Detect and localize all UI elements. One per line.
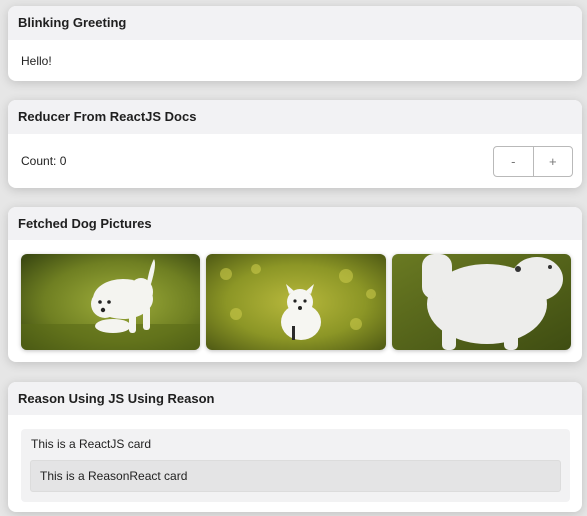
greeting-text: Hello! <box>21 54 52 68</box>
card-body: Count: 0 - + <box>8 134 582 188</box>
dog-photo <box>392 254 571 350</box>
increment-button[interactable]: + <box>532 147 573 176</box>
card-body: This is a ReactJS card This is a ReasonR… <box>8 415 582 512</box>
card-title: Fetched Dog Pictures <box>8 207 582 240</box>
reason-card: Reason Using JS Using Reason This is a R… <box>8 382 582 512</box>
reasonreact-card-text: This is a ReasonReact card <box>40 469 188 483</box>
card-title: Blinking Greeting <box>8 6 582 40</box>
count-text: Count: 0 <box>21 154 67 168</box>
card-title: Reducer From ReactJS Docs <box>8 100 582 134</box>
blinking-greeting-card: Blinking Greeting Hello! <box>8 6 582 81</box>
decrement-button[interactable]: - <box>494 147 533 176</box>
card-title: Reason Using JS Using Reason <box>8 382 582 415</box>
reactjs-card: This is a ReactJS card This is a ReasonR… <box>21 429 570 502</box>
card-body <box>8 240 582 362</box>
card-body: Hello! <box>8 40 582 81</box>
dog-pictures-card: Fetched Dog Pictures <box>8 207 582 362</box>
reasonreact-card: This is a ReasonReact card <box>30 460 561 492</box>
reactjs-card-text: This is a ReactJS card <box>31 437 152 451</box>
dog-photo <box>21 254 200 350</box>
reducer-card: Reducer From ReactJS Docs Count: 0 - + <box>8 100 582 188</box>
counter-button-group: - + <box>493 146 573 177</box>
dog-photo <box>206 254 386 350</box>
